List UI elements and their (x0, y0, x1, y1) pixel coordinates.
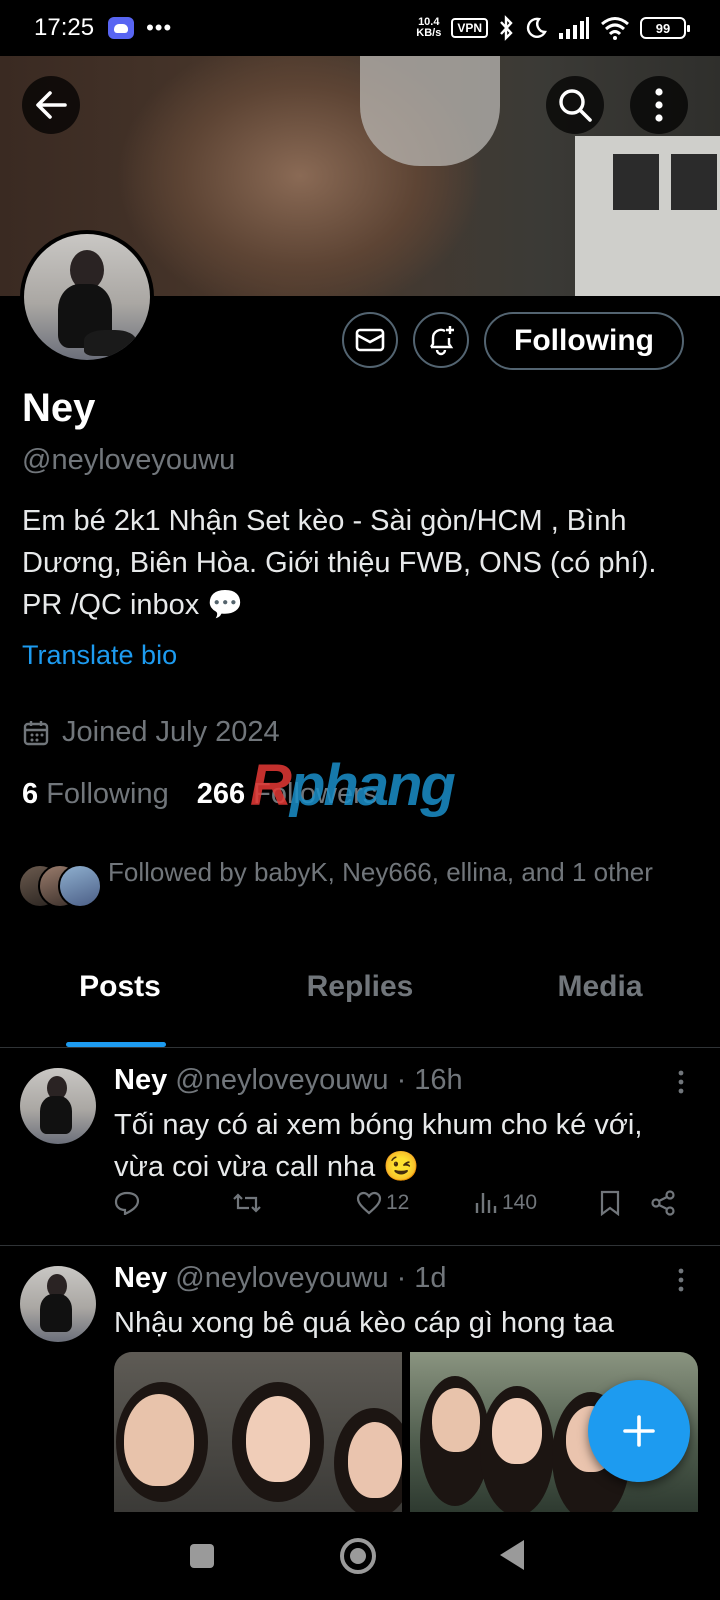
banner-photo-detail (575, 136, 720, 296)
tweet-avatar[interactable] (20, 1266, 96, 1342)
joined-text: Joined July 2024 (62, 716, 280, 748)
following-label: Following (46, 778, 169, 810)
reply-button[interactable] (114, 1191, 232, 1215)
following-count: 6 (22, 778, 39, 810)
status-more-indicator: ••• (146, 15, 173, 40)
back-button[interactable] (22, 76, 80, 134)
profile-handle: @neyloveyouwu (22, 444, 236, 476)
tweet-author-name[interactable]: Ney (114, 1064, 167, 1096)
tab-replies[interactable]: Replies (240, 956, 480, 1047)
message-button[interactable] (342, 312, 398, 368)
heart-icon (356, 1191, 382, 1215)
tweet-author-handle: @neyloveyouwu (175, 1262, 389, 1294)
views-icon (475, 1193, 497, 1213)
system-navigation-bar (0, 1512, 720, 1600)
like-button[interactable]: 12 (356, 1191, 474, 1215)
tweet-header: Ney @neyloveyouwu · 16h (114, 1064, 463, 1097)
tweet-media-image[interactable] (114, 1352, 402, 1512)
bookmark-icon (600, 1190, 620, 1216)
tweet-header: Ney @neyloveyouwu · 1d (114, 1262, 447, 1295)
wifi-icon (601, 17, 629, 40)
banner-photo-detail (360, 56, 500, 166)
search-icon (559, 89, 592, 122)
bookmark-button[interactable] (600, 1190, 650, 1216)
watermark-logo: Rphang (250, 753, 456, 818)
followed-by-row[interactable]: Followed by babyK, Ney666, ellina, and 1… (18, 854, 678, 908)
status-bar: 17:25 ••• 10.4 KB/s VPN 99 (0, 0, 720, 56)
compose-post-button[interactable] (588, 1380, 690, 1482)
status-time: 17:25 (34, 14, 95, 41)
more-options-button[interactable] (630, 76, 688, 134)
back-nav-icon[interactable] (498, 1538, 526, 1572)
arrow-left-icon (36, 91, 67, 119)
discord-icon (108, 17, 135, 39)
tab-posts[interactable]: Posts (0, 956, 240, 1047)
profile-display-name: Ney (22, 386, 96, 430)
tweet-more-button[interactable] (676, 1268, 686, 1292)
tweet-more-button[interactable] (676, 1070, 686, 1094)
tweet[interactable]: Ney @neyloveyouwu · 16h Tối nay có ai xe… (0, 1048, 720, 1246)
profile-avatar[interactable] (20, 230, 154, 364)
notifications-button[interactable] (413, 312, 469, 368)
retweet-button[interactable] (232, 1192, 356, 1214)
vpn-badge: VPN (451, 18, 488, 38)
reply-icon (114, 1191, 140, 1215)
tweet-avatar[interactable] (20, 1068, 96, 1144)
avatar-photo (20, 1266, 96, 1342)
envelope-icon (355, 328, 385, 352)
tweet-text: Tối nay có ai xem bóng khum cho ké với, … (114, 1109, 643, 1183)
signal-icon (559, 17, 589, 39)
search-button[interactable] (546, 76, 604, 134)
profile-tabs: Posts Replies Media (0, 956, 720, 1048)
tweet-time: · 1d (396, 1262, 447, 1294)
plus-icon (623, 1415, 655, 1447)
tweet-actions: 12 140 (114, 1190, 692, 1216)
retweet-icon (233, 1193, 261, 1213)
home-icon[interactable] (338, 1536, 378, 1576)
calendar-icon (23, 720, 49, 745)
mini-avatar (58, 864, 102, 908)
status-indicators: 10.4 KB/s VPN 99 (416, 15, 690, 41)
moon-icon (526, 17, 547, 38)
views-button[interactable]: 140 (474, 1191, 600, 1215)
bell-plus-icon (430, 326, 454, 356)
followed-by-avatars (18, 864, 108, 908)
translate-bio-link[interactable]: Translate bio (22, 640, 177, 671)
share-button[interactable] (650, 1190, 676, 1216)
profile-bio: Em bé 2k1 Nhận Set kèo - Sài gòn/HCM , B… (22, 505, 657, 621)
battery-indicator: 99 (640, 17, 690, 39)
bluetooth-icon (500, 15, 513, 41)
following-button[interactable]: Following (484, 312, 684, 370)
tweet-time: · 16h (396, 1064, 463, 1096)
avatar-photo (24, 234, 150, 360)
share-icon (651, 1190, 675, 1216)
tweet-author-name[interactable]: Ney (114, 1262, 167, 1294)
network-speed: 10.4 KB/s (416, 17, 441, 39)
tweet-author-handle: @neyloveyouwu (175, 1064, 389, 1096)
followed-by-text: Followed by babyK, Ney666, ellina, and 1… (108, 857, 653, 887)
joined-date: Joined July 2024 (22, 716, 280, 749)
followers-count: 266 (196, 778, 246, 810)
tab-media[interactable]: Media (480, 956, 720, 1047)
more-vertical-icon (678, 1268, 684, 1292)
more-vertical-icon (655, 88, 663, 122)
recents-icon[interactable] (188, 1542, 216, 1570)
following-count-link[interactable]: 6 Following (22, 778, 169, 811)
more-vertical-icon (678, 1070, 684, 1094)
like-count: 12 (386, 1191, 410, 1214)
tweet-text: Nhậu xong bê quá kèo cáp gì hong taa (114, 1307, 614, 1339)
view-count: 140 (502, 1191, 538, 1214)
network-speed-unit: KB/s (416, 27, 442, 39)
avatar-photo (20, 1068, 96, 1144)
